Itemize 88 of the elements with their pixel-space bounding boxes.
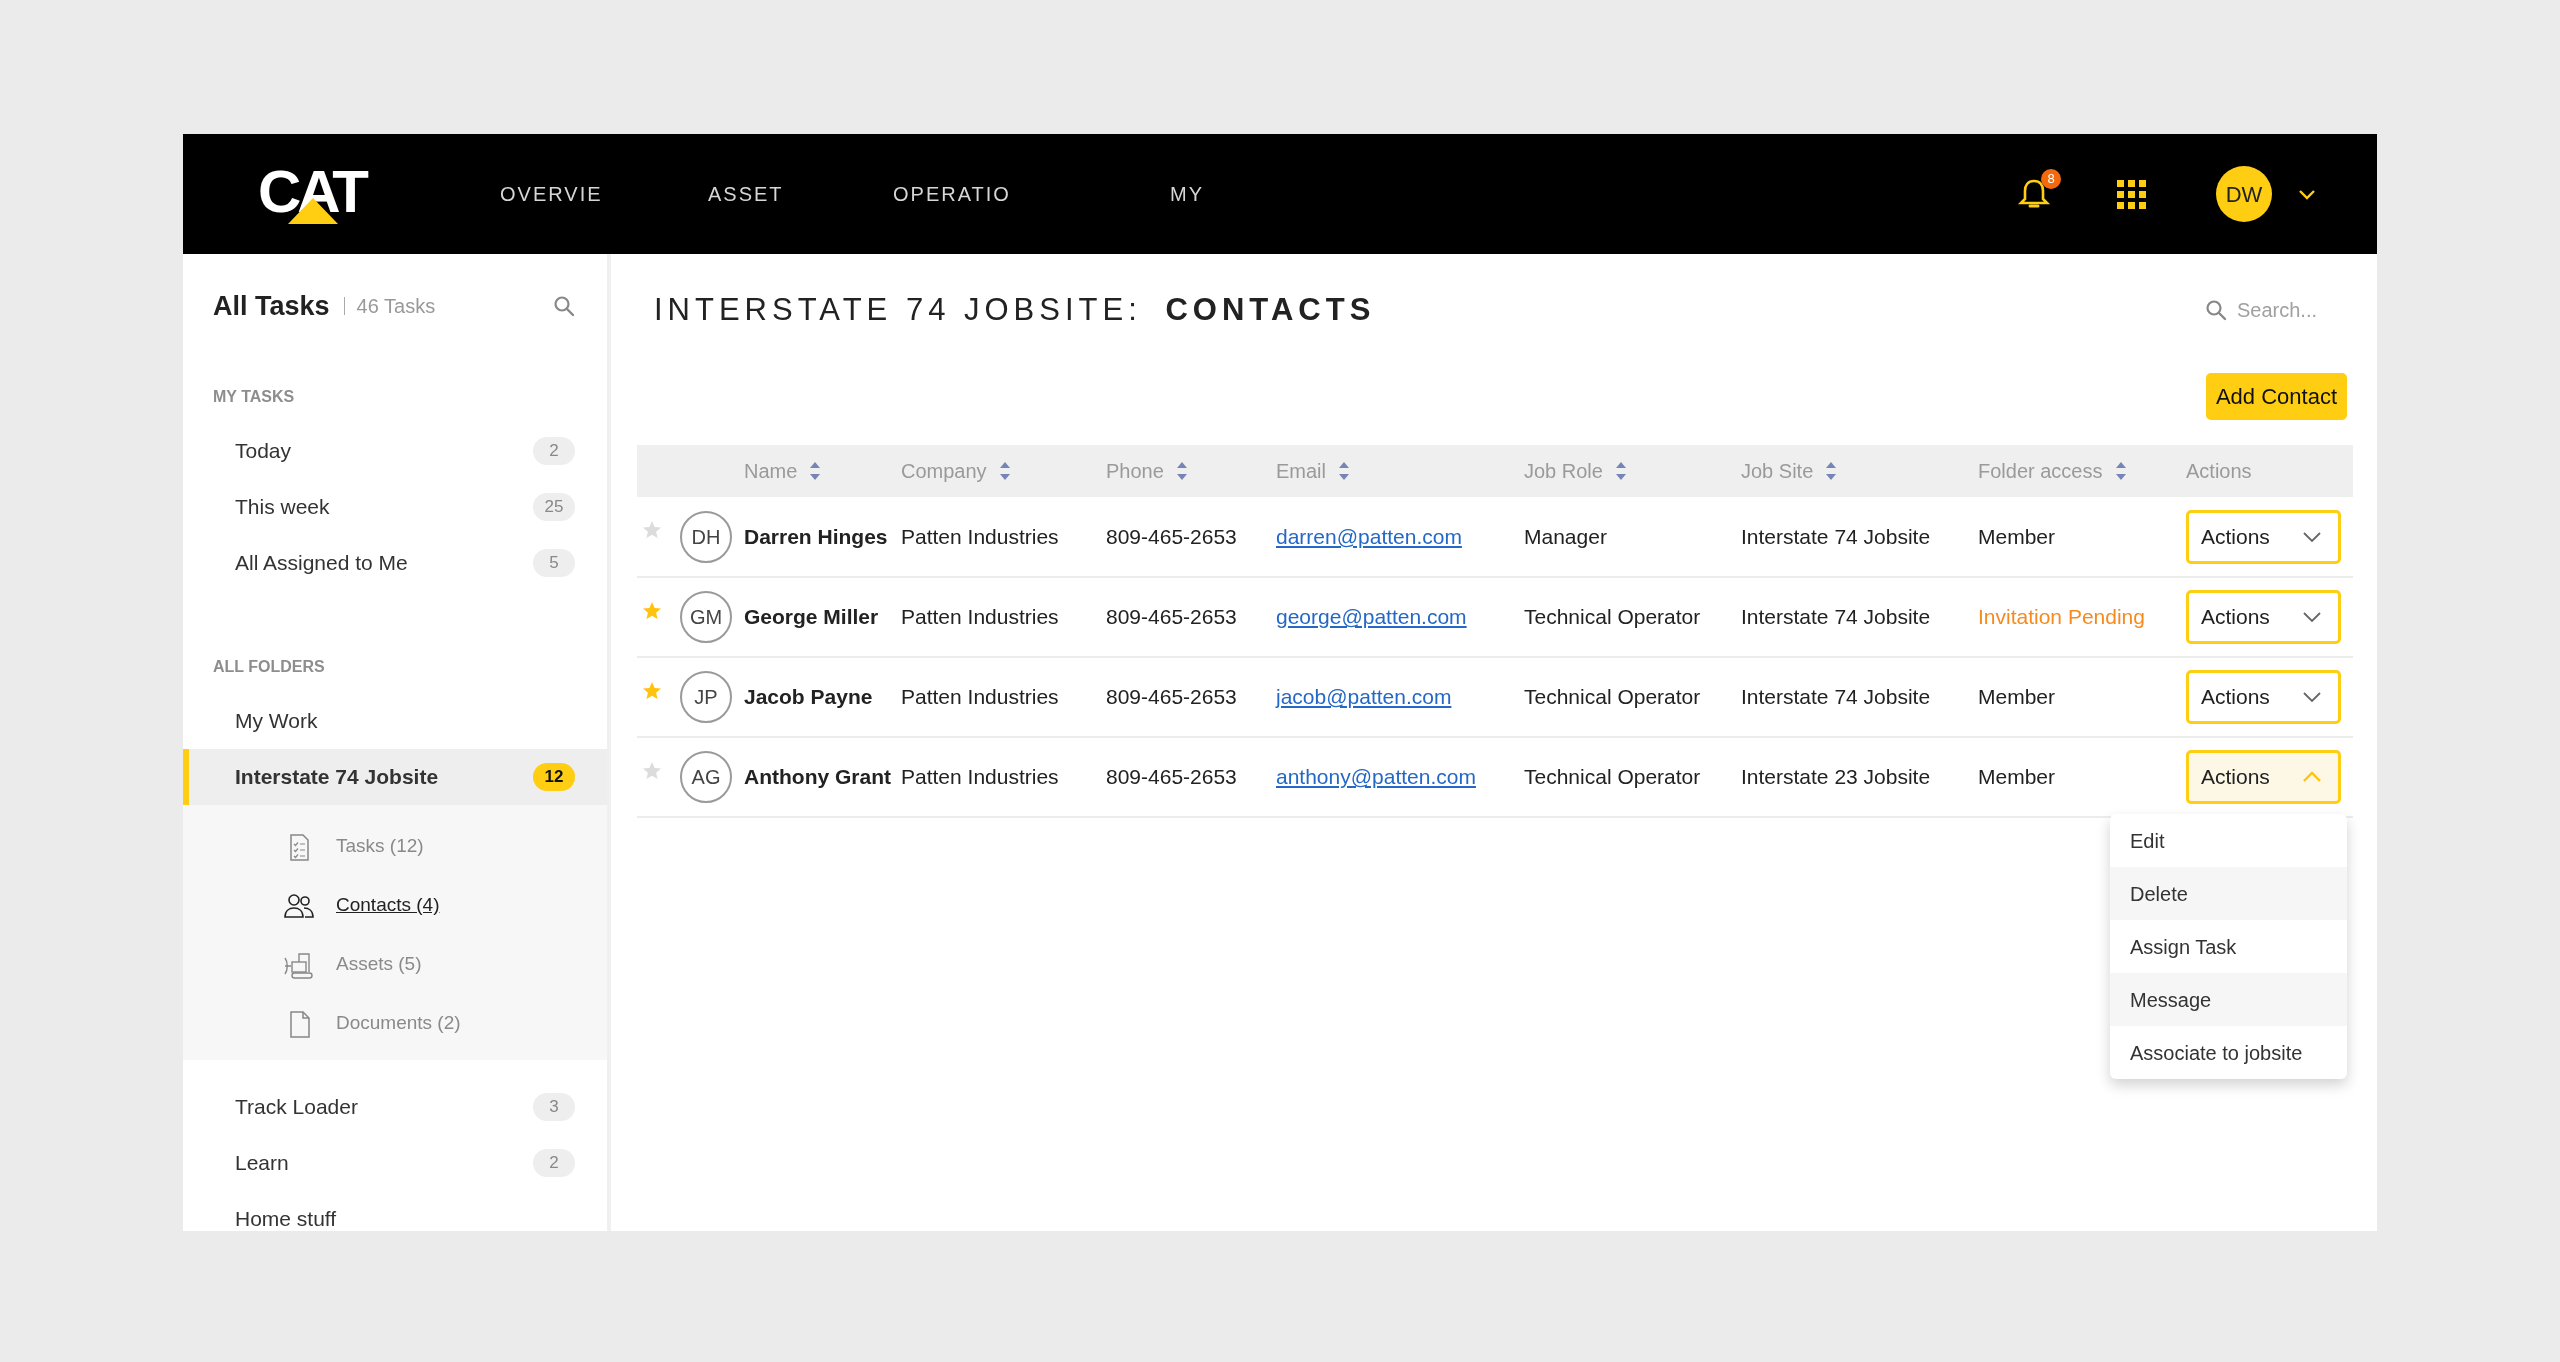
sidebar-title: All Tasks [213,289,330,323]
menu-item[interactable]: Edit [2110,814,2347,867]
sort-icon[interactable] [1614,462,1627,480]
table-cell: Patten Industries [901,524,1059,548]
table-cell: Interstate 74 Jobsite [1741,524,1931,548]
page-title: INTERSTATE 74 JOBSITE: CONTACTS [653,290,1376,329]
menu-item[interactable]: Delete [2110,867,2347,920]
chevron-up-icon [2302,771,2322,783]
table-cell: Technical Operator [1524,765,1701,789]
star-icon[interactable] [643,762,661,781]
actions-dropdown[interactable]: Actions [2186,670,2341,724]
notification-badge: 8 [2041,169,2061,189]
sidebar-item[interactable]: This week 25 [183,479,607,535]
sort-icon[interactable] [1175,462,1188,480]
table-cell: Member [1978,685,2056,709]
table-cell: Interstate 74 Jobsite [1741,605,1931,629]
sidebar-item[interactable]: Learn 2 [183,1135,607,1191]
count-badge: 25 [533,493,575,521]
menu-item[interactable]: Message [2110,973,2347,1026]
nav-link[interactable]: ASSET [708,179,893,209]
section-heading: MY TASKS [212,387,296,407]
sidebar-item[interactable]: All Assigned to Me 5 [183,535,607,591]
table-cell: Manager [1524,524,1607,548]
contact-name: Darren Hinges [744,524,888,548]
menu-item[interactable]: Associate to jobsite [2110,1026,2347,1079]
table-cell: Member [1978,524,2056,548]
actions-dropdown[interactable]: Actions [2186,509,2341,564]
search-icon [2205,299,2227,321]
star-icon[interactable] [643,602,661,621]
table-cell: 809-465-2653 [1106,685,1237,709]
star-icon[interactable] [643,521,661,540]
table-cell: Patten Industries [901,685,1059,709]
table-cell: Member [1978,765,2056,789]
table-cell: Patten Industries [901,765,1059,789]
sort-icon[interactable] [2114,462,2127,480]
table-cell: Technical Operator [1524,605,1701,629]
avatar: JP [680,671,732,723]
count-badge: 2 [533,1149,575,1177]
table-cell: Patten Industries [901,605,1059,629]
sort-icon[interactable] [1825,462,1838,480]
star-icon[interactable] [643,682,661,701]
sidebar-item[interactable]: My Work [183,693,607,749]
user-avatar[interactable]: DW [2216,166,2272,222]
sidebar-item[interactable]: Track Loader 3 [183,1079,607,1135]
email-link[interactable]: jacob@patten.com [1276,685,1452,709]
contact-name: Anthony Grant [744,765,891,789]
task-count: 46 Tasks [343,297,436,315]
avatar: AG [680,751,732,803]
table-cell: 809-465-2653 [1106,524,1237,548]
section-heading: ALL FOLDERS [212,657,326,677]
contact-name: Jacob Payne [744,685,873,709]
email-link[interactable]: anthony@patten.com [1276,765,1476,789]
nav-link[interactable]: OPERATIO [893,179,1170,209]
sort-icon[interactable] [809,462,822,480]
count-badge: 2 [533,437,575,465]
chevron-down-icon [2302,611,2322,623]
table-cell: Technical Operator [1524,685,1701,709]
nav-link[interactable]: MY [1170,179,1204,209]
count-badge: 12 [533,763,575,791]
avatar: DH [680,510,732,563]
actions-dropdown[interactable]: Actions [2186,750,2341,804]
menu-item[interactable]: Assign Task [2110,920,2347,973]
nav-link[interactable]: OVERVIE [500,179,708,209]
table-cell: 809-465-2653 [1106,605,1237,629]
table-cell: Interstate 23 Jobsite [1741,765,1931,789]
apps-grid-icon[interactable] [2117,179,2146,209]
count-badge: 3 [533,1093,575,1121]
column-header: Actions [2186,460,2252,482]
add-contact-button[interactable]: Add Contact [2205,373,2347,420]
actions-dropdown[interactable]: Actions [2186,590,2341,644]
search-icon[interactable] [553,295,575,317]
table-cell: Interstate 74 Jobsite [1741,685,1931,709]
email-link[interactable]: george@patten.com [1276,605,1467,629]
chevron-down-icon[interactable] [2298,188,2316,200]
sort-icon[interactable] [998,462,1011,480]
contact-name: George Miller [744,605,879,629]
subfolder-link[interactable]: Contacts (4) [183,876,607,935]
sidebar-item[interactable]: Today 2 [183,423,607,479]
chevron-down-icon [2302,530,2322,543]
table-cell: Invitation Pending [1978,605,2145,629]
email-link[interactable]: darren@patten.com [1276,524,1462,548]
count-badge: 5 [533,549,575,577]
avatar: GM [680,591,732,643]
chevron-down-icon [2302,691,2322,703]
sidebar-item[interactable]: Interstate 74 Jobsite 12 [183,749,607,805]
table-cell: 809-465-2653 [1106,765,1237,789]
sort-icon[interactable] [1338,462,1350,480]
sidebar-item[interactable]: Home stuff [183,1191,607,1231]
